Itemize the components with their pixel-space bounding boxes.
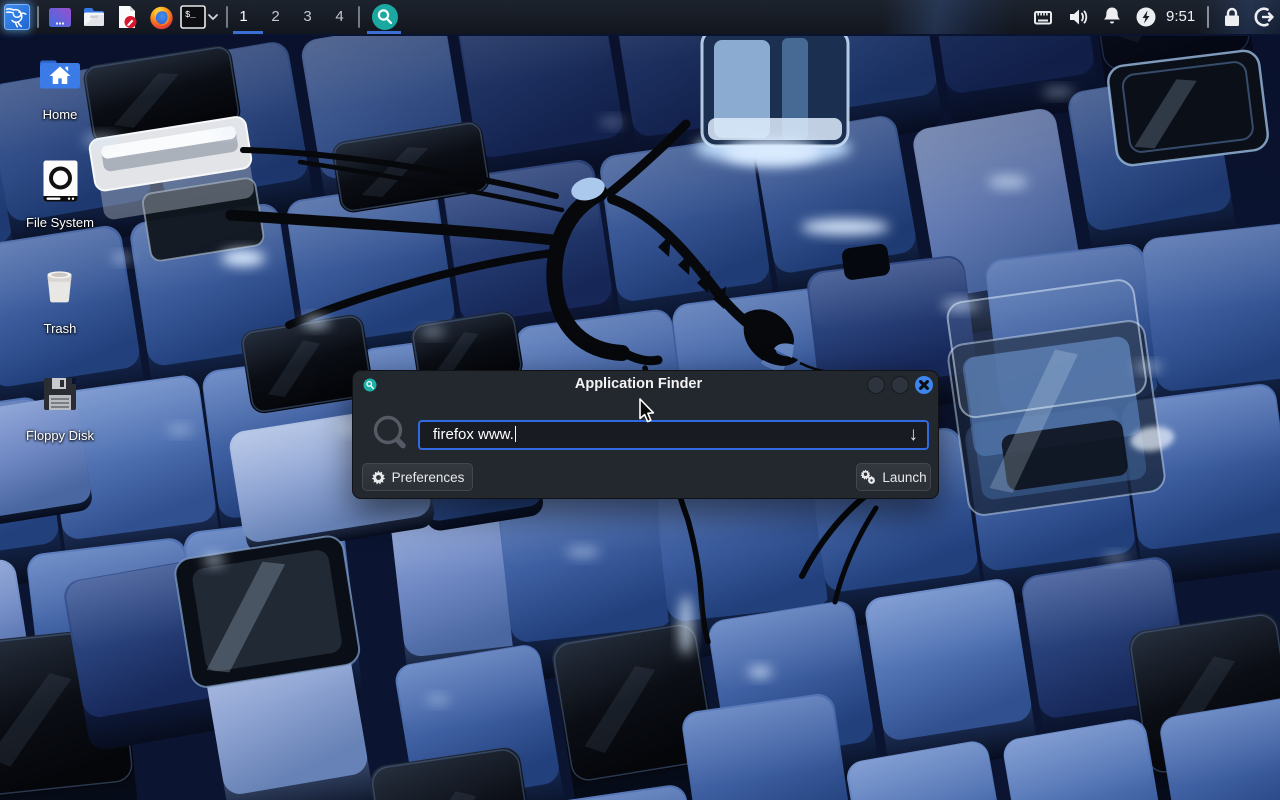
svg-text:$_: $_ — [185, 10, 196, 20]
